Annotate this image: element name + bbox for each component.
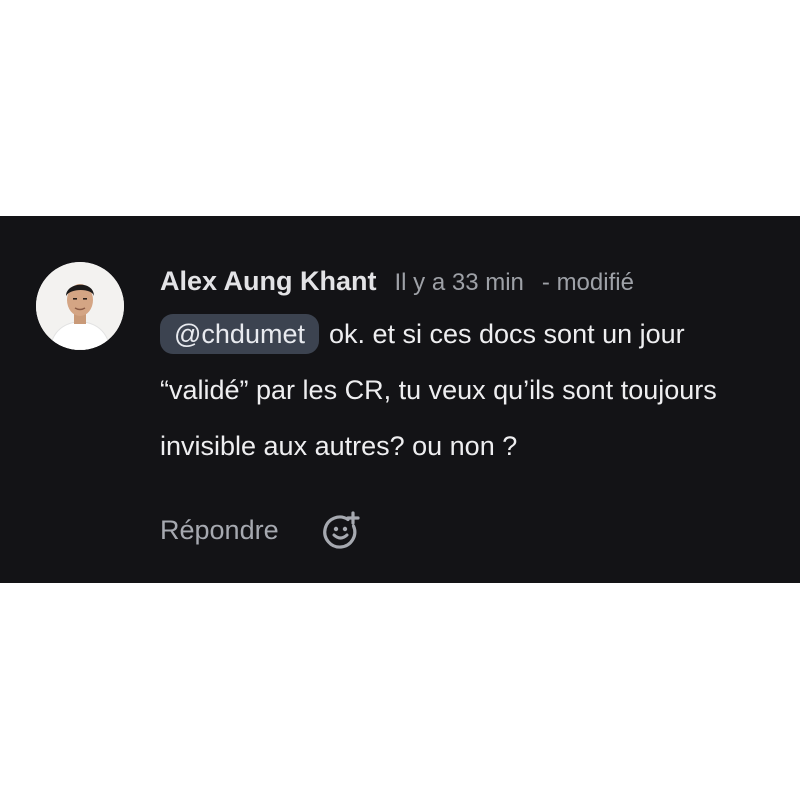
comment-card: Alex Aung Khant Il y a 33 min - modifié … (0, 216, 800, 583)
mention-chip[interactable]: @chdumet (160, 314, 319, 354)
avatar[interactable] (36, 262, 124, 350)
author-name[interactable]: Alex Aung Khant (160, 266, 377, 297)
reply-button[interactable]: Répondre (160, 515, 279, 546)
comment-header: Alex Aung Khant Il y a 33 min - modifié (160, 266, 634, 302)
add-emoji-icon (322, 511, 360, 549)
comment-actions: Répondre (160, 506, 361, 554)
avatar-photo (36, 262, 124, 350)
timestamp: Il y a 33 min (394, 269, 524, 296)
add-reaction-button[interactable] (321, 510, 361, 550)
edited-label: - modifié (541, 269, 634, 296)
comment-body: @chdumet ok. et si ces docs sont un jour … (160, 306, 760, 474)
